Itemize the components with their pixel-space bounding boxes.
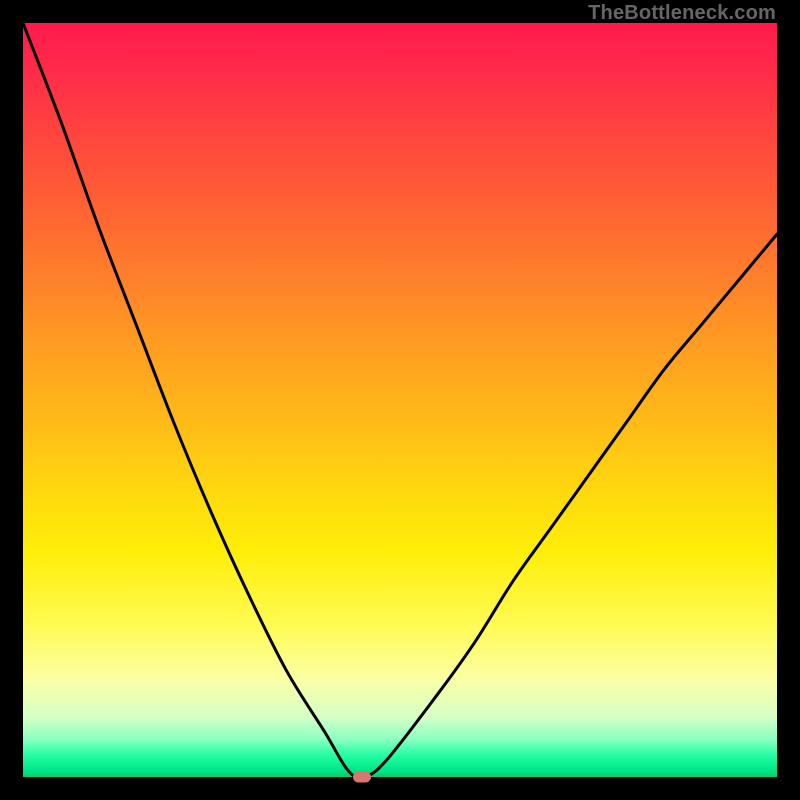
- curve-layer: [23, 23, 777, 777]
- plot-area: [23, 23, 777, 777]
- chart-frame: TheBottleneck.com: [0, 0, 800, 800]
- minimum-marker: [353, 772, 371, 783]
- attribution-text: TheBottleneck.com: [588, 2, 776, 25]
- bottleneck-curve: [23, 23, 777, 777]
